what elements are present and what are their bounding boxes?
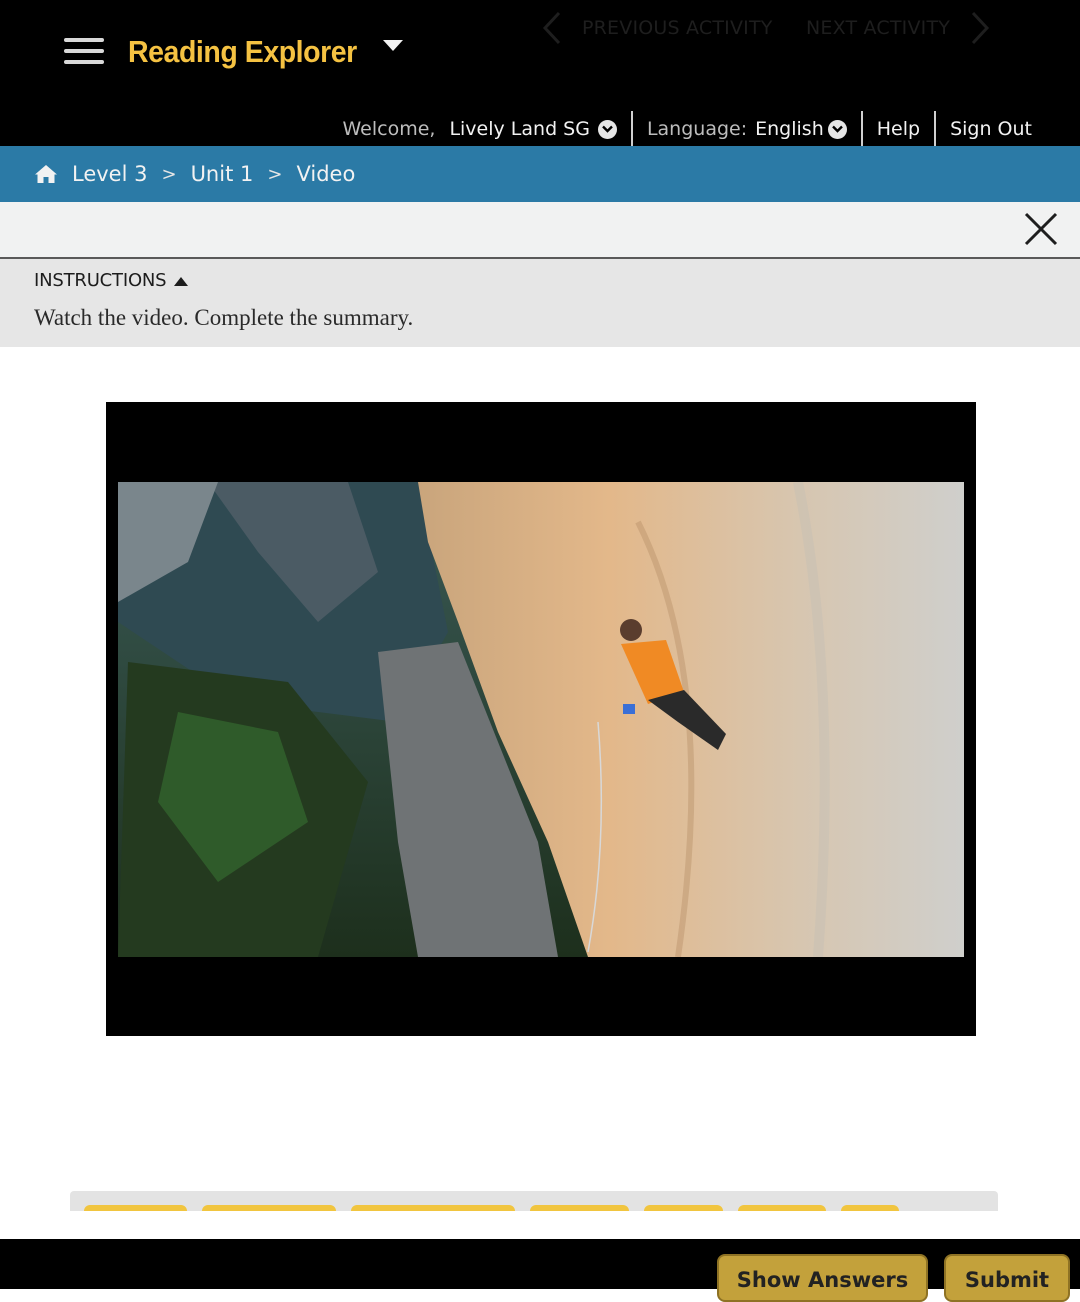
- answer-blank[interactable]: [530, 1205, 629, 1211]
- breadcrumb-level[interactable]: Level 3: [72, 162, 147, 186]
- breadcrumb: Level 3 > Unit 1 > Video: [0, 146, 1080, 202]
- caret-down-icon: [382, 39, 403, 51]
- previous-activity-label: PREVIOUS ACTIVITY: [582, 16, 773, 39]
- breadcrumb-unit[interactable]: Unit 1: [191, 162, 254, 186]
- climber-video-image: [118, 482, 964, 957]
- answer-blank[interactable]: [738, 1205, 826, 1211]
- next-activity-label: NEXT ACTIVITY: [806, 16, 951, 39]
- brand-menu[interactable]: Reading Explorer: [128, 30, 403, 74]
- answer-blank[interactable]: [84, 1205, 187, 1211]
- answer-blank[interactable]: [351, 1205, 515, 1211]
- chevron-down-circle-icon: [827, 119, 847, 139]
- breadcrumb-current: Video: [296, 162, 356, 186]
- summary-answer-tray: [70, 1191, 998, 1211]
- breadcrumb-separator: >: [161, 163, 177, 185]
- instructions-toggle[interactable]: INSTRUCTIONS: [34, 270, 189, 291]
- instructions-heading: INSTRUCTIONS: [34, 270, 167, 291]
- help-link[interactable]: Help: [863, 111, 934, 147]
- home-icon[interactable]: [34, 163, 58, 185]
- previous-activity-button[interactable]: PREVIOUS ACTIVITY: [540, 0, 773, 55]
- video-frame: [118, 482, 964, 957]
- close-icon[interactable]: [1022, 210, 1060, 248]
- welcome-label: Welcome,: [342, 118, 436, 140]
- app-title: Reading Explorer: [128, 34, 357, 69]
- activity-nav-bar: [0, 202, 1080, 259]
- sign-out-link[interactable]: Sign Out: [936, 111, 1032, 147]
- language-label: Language:: [646, 118, 748, 140]
- answer-blank[interactable]: [202, 1205, 336, 1211]
- next-activity-button[interactable]: NEXT ACTIVITY: [806, 0, 992, 55]
- answer-blank[interactable]: [644, 1205, 723, 1211]
- instructions-text: Watch the video. Complete the summary.: [34, 305, 414, 330]
- instructions-panel: INSTRUCTIONS Watch the video. Complete t…: [0, 259, 1080, 347]
- chevron-left-icon: [542, 11, 561, 44]
- user-name: Lively Land SG: [449, 118, 590, 140]
- video-player[interactable]: [106, 402, 976, 1036]
- breadcrumb-separator: >: [267, 163, 283, 185]
- language-selector[interactable]: Language: English: [633, 111, 861, 147]
- show-answers-button[interactable]: Show Answers: [717, 1254, 928, 1302]
- answer-blank[interactable]: [841, 1205, 899, 1211]
- triangle-up-icon: [174, 276, 189, 286]
- user-menu[interactable]: Welcome, Lively Land SG: [328, 111, 630, 147]
- submit-button[interactable]: Submit: [944, 1254, 1070, 1302]
- menu-icon[interactable]: [64, 38, 106, 66]
- chevron-down-circle-icon: [597, 119, 617, 139]
- language-value: English: [755, 118, 824, 140]
- chevron-right-icon: [972, 11, 990, 44]
- user-nav: Welcome, Lively Land SG Language: Englis…: [328, 110, 1032, 148]
